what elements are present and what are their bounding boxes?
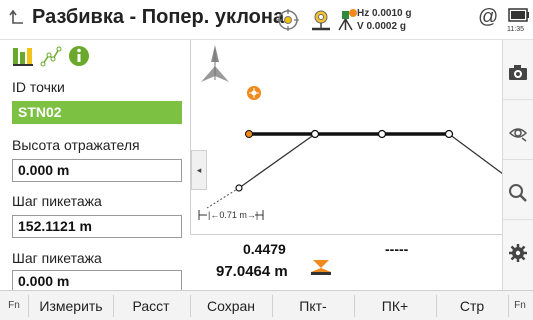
camera-icon: [509, 65, 527, 80]
point-id-field[interactable]: STN02: [12, 101, 182, 124]
right-toolbar: [502, 40, 533, 290]
settings-gear-icon: [509, 244, 527, 262]
at-icon[interactable]: @: [478, 6, 498, 29]
prism-elevation-icon: [311, 260, 331, 275]
chainage-value: 97.0464 m: [216, 263, 288, 280]
chainage-step-label: Шаг пикетажа: [12, 193, 102, 209]
left-panel: ID точки STN02 Высота отражателя 0.000 m…: [0, 40, 190, 290]
settings-button[interactable]: [503, 230, 533, 280]
north-arrow-icon: [201, 45, 229, 82]
hz-readout: Hz 0.0010 g: [357, 8, 412, 19]
point-minus-key[interactable]: Пкт-: [273, 291, 353, 320]
instrument-tripod-icon[interactable]: [334, 8, 358, 32]
node: [444, 129, 454, 139]
offset-value: 0.4479: [243, 241, 286, 257]
chainage-step-field[interactable]: 152.1121 m: [12, 215, 182, 238]
reflector-height-label: Высота отражателя: [12, 137, 140, 153]
reflector-height-field[interactable]: 0.000 m: [12, 159, 182, 182]
chainage-step-label-2: Шаг пикетажа: [12, 250, 102, 266]
scan-button[interactable]: [503, 110, 533, 160]
chainage-plus-key[interactable]: ПК+: [355, 291, 435, 320]
prism-person-icon[interactable]: [309, 8, 333, 32]
search-button[interactable]: [503, 170, 533, 220]
polyline-icon[interactable]: [40, 45, 62, 67]
info-icon[interactable]: [68, 45, 90, 67]
title-bar: Разбивка - Попер. уклона Hz 0.0010 g V 0…: [0, 0, 533, 40]
cross-section-svg: [198, 45, 503, 220]
point-id-label: ID точки: [12, 79, 65, 95]
secondary-value: -----: [385, 241, 409, 257]
scale-label: |←0.71 m→|: [208, 210, 259, 220]
chainage-step-field-2[interactable]: 0.000 m: [12, 270, 182, 290]
cross-section-graphic[interactable]: [190, 40, 503, 235]
divider: [28, 295, 29, 317]
bars-icon[interactable]: [12, 45, 34, 67]
node: [310, 129, 320, 139]
collapse-panel-button[interactable]: ◂: [191, 150, 207, 190]
extension-line: [206, 187, 240, 209]
target-crosshair-icon[interactable]: [276, 8, 300, 32]
page-title: Разбивка - Попер. уклона: [32, 6, 285, 28]
node: [377, 129, 387, 139]
v-readout: V 0.0002 g: [357, 21, 406, 32]
node-offset: [235, 184, 243, 192]
eye-scan-icon: [508, 128, 528, 142]
slope-line: [238, 133, 503, 189]
angle-readout: Hz 0.0010 g V 0.0002 g: [357, 7, 411, 33]
node-start: [245, 130, 253, 138]
page-key[interactable]: Стр: [437, 291, 507, 320]
camera-button[interactable]: [503, 50, 533, 100]
readout-area: 0.4479 ----- 97.0464 m: [190, 235, 502, 290]
bottom-softkey-bar: Fn Измерить Расст Сохран Пкт- ПК+ Стр Fn: [0, 290, 533, 320]
fn-left-key[interactable]: Fn: [2, 291, 26, 320]
save-key[interactable]: Сохран: [191, 291, 271, 320]
distance-key[interactable]: Расст: [114, 291, 188, 320]
battery-time: 11:35: [507, 26, 524, 33]
search-icon: [509, 184, 527, 202]
back-icon[interactable]: [8, 8, 28, 30]
measure-key[interactable]: Измерить: [30, 291, 112, 320]
fn-right-key[interactable]: Fn: [509, 291, 531, 320]
target-marker-icon: [247, 86, 261, 100]
